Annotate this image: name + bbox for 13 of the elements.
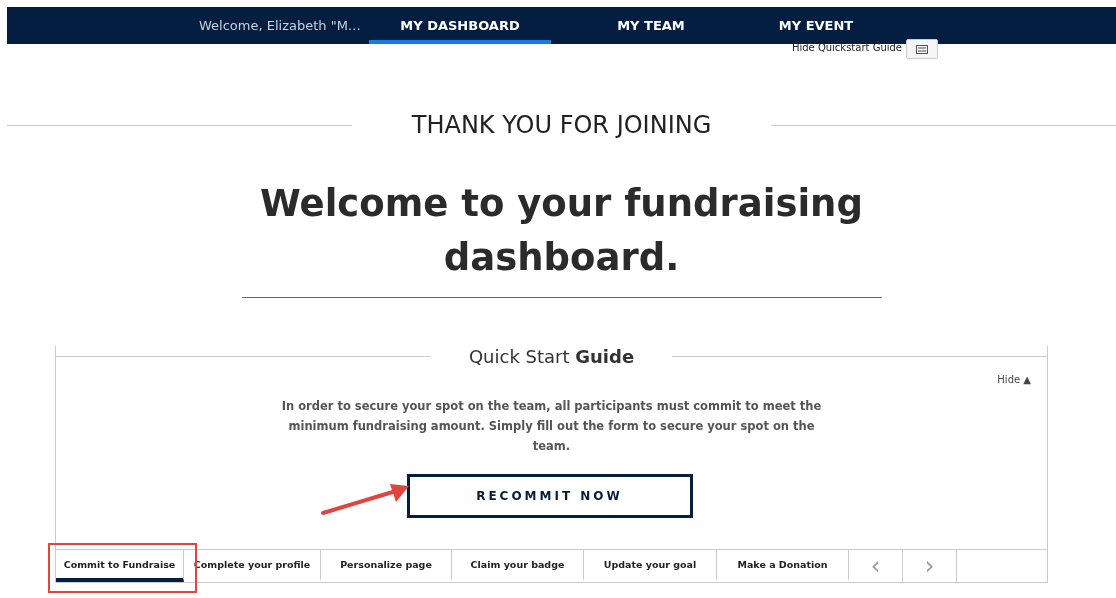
guide-message: In order to secure your spot on the team, all participants must commit to meet the minimum fundraising amount. Simply fill out the form to secure your spot on the team.	[280, 398, 823, 455]
page-heading: Welcome to your fundraising dashboard.	[241, 177, 882, 298]
section-kicker: THANK YOU FOR JOINING	[410, 111, 713, 139]
welcome-text: Welcome, Elizabeth "M…	[199, 18, 362, 33]
nav-tab[interactable]: MY TEAM	[551, 7, 751, 44]
step-tab[interactable]: Commit to Fundraise	[56, 550, 184, 582]
nav-tab[interactable]: MY EVENT	[751, 7, 881, 44]
list-icon[interactable]	[906, 39, 938, 59]
recommit-button[interactable]: RECOMMIT NOW	[406, 474, 693, 518]
hide-guide-link[interactable]: Hide Quickstart Guide	[791, 42, 902, 54]
nav-tab[interactable]: MY DASHBOARD	[369, 7, 551, 44]
guide-title: Quick Start Guide	[467, 346, 636, 367]
hide-link[interactable]: Hide ▲	[991, 373, 1037, 386]
